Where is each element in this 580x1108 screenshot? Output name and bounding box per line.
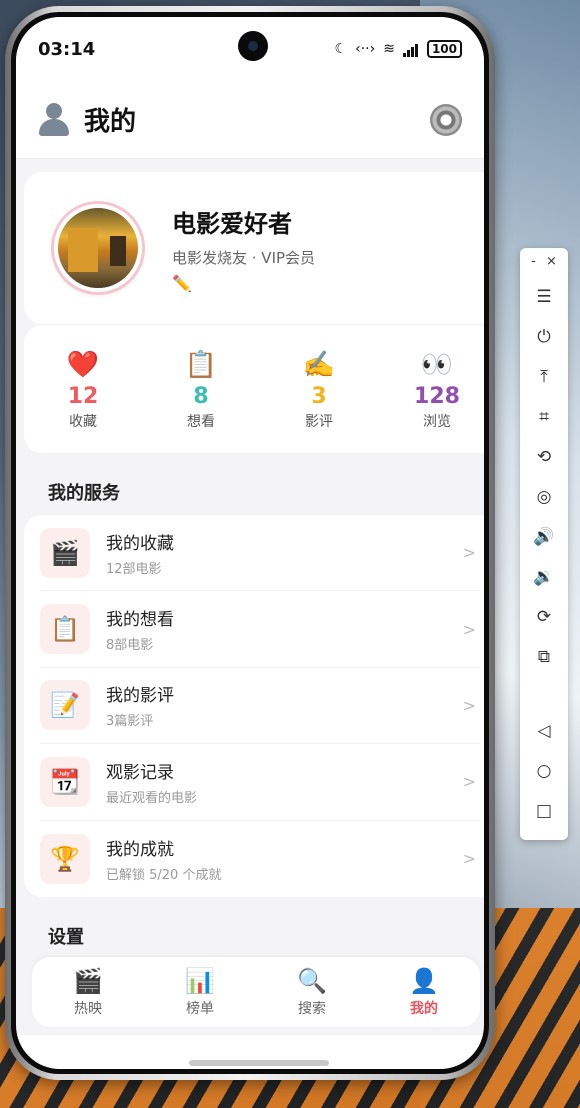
stat-views[interactable]: 👀 128 浏览: [378, 348, 484, 431]
edit-pencil-icon[interactable]: ✏️: [172, 274, 192, 293]
clipboard-icon: 📋: [184, 349, 218, 380]
tab-rankings[interactable]: 📊 榜单: [144, 957, 256, 1027]
stat-value: 128: [414, 383, 460, 409]
service-item-want-to-watch[interactable]: 📋 我的想看 8部电影 >: [40, 591, 480, 668]
pin-top-icon[interactable]: ⤒: [520, 357, 568, 397]
tab-label: 我的: [410, 1001, 438, 1017]
eyes-icon: 👀: [420, 349, 454, 380]
user-icon: 👤: [409, 967, 439, 995]
bottom-tab-bar: 🎬 热映 📊 榜单 🔍 搜索 👤 我的: [32, 957, 480, 1027]
service-subtitle: 3篇影评: [106, 714, 154, 730]
menu-icon[interactable]: ☰: [520, 277, 568, 317]
stat-favorites[interactable]: ❤️ 12 收藏: [24, 348, 142, 431]
service-subtitle: 12部电影: [106, 561, 162, 577]
service-item-watch-history[interactable]: 📆 观影记录最近观看的电影 >: [40, 744, 480, 821]
chevron-right-icon: >: [462, 849, 476, 869]
phone-bezel: 03:14 ☾ ‹··› ≋ 100 我的 电影爱好者 电影发烧友 · VIP会…: [11, 12, 489, 1074]
service-item-reviews[interactable]: 📝 我的影评 3篇影评 >: [40, 668, 480, 745]
chevron-right-icon: >: [462, 772, 476, 792]
service-title: 我的想看: [106, 610, 174, 631]
search-icon: 🔍: [297, 967, 327, 995]
tab-label: 搜索: [298, 1001, 326, 1017]
chevron-right-icon: >: [462, 619, 476, 639]
tab-label: 榜单: [186, 1001, 214, 1017]
minimize-button[interactable]: -: [531, 254, 536, 269]
front-camera: [238, 31, 268, 61]
stat-label: 收藏: [69, 413, 97, 430]
stat-label: 影评: [305, 413, 333, 430]
profile-name: 电影爱好者: [172, 209, 292, 238]
tab-mine[interactable]: 👤 我的: [368, 957, 480, 1027]
signal-icon: [402, 41, 419, 57]
stat-value: 3: [311, 383, 327, 409]
profile-info: 电影爱好者 电影发烧友 · VIP会员 ✏️: [172, 204, 315, 293]
toolbar-window-controls: - ×: [520, 248, 568, 269]
writing-hand-icon: ✍️: [302, 349, 336, 380]
settings-section-title: 设置: [48, 927, 84, 948]
tab-now-showing[interactable]: 🎬 热映: [32, 957, 144, 1027]
bar-chart-icon: 📊: [185, 967, 215, 995]
profile-subtitle: 电影发烧友 · VIP会员: [172, 248, 316, 267]
data-transfer-icon: ‹··›: [355, 41, 376, 57]
service-item-achievements[interactable]: 🏆 我的成就已解锁 5/20 个成就 >: [40, 821, 480, 897]
clipboard-icon: 📋: [40, 604, 90, 655]
trophy-icon: 🏆: [40, 833, 90, 884]
status-icons: ☾ ‹··› ≋ 100: [335, 40, 462, 58]
status-time: 03:14: [38, 38, 96, 60]
multi-device-icon[interactable]: ⧉: [520, 637, 568, 677]
tab-search[interactable]: 🔍 搜索: [256, 957, 368, 1027]
calendar-icon: 📆: [40, 756, 90, 807]
page-title: 我的: [84, 107, 137, 137]
rotate-icon[interactable]: ⟲: [520, 437, 568, 477]
recents-icon[interactable]: □: [520, 791, 568, 831]
chevron-right-icon: >: [462, 695, 476, 715]
service-subtitle: 最近观看的电影: [106, 790, 198, 806]
stat-value: 8: [193, 383, 209, 409]
service-title: 我的收藏: [106, 533, 174, 554]
tab-label: 热映: [74, 1001, 102, 1017]
avatar[interactable]: [54, 204, 142, 292]
chevron-right-icon: >: [462, 543, 476, 563]
page-header: 我的: [16, 81, 484, 159]
stats-card: ❤️ 12 收藏 📋 8 想看 ✍️ 3 影评 👀 128 浏览: [24, 325, 484, 453]
volume-down-icon[interactable]: 🔉: [520, 557, 568, 597]
stat-value: 12: [67, 383, 99, 409]
home-indicator[interactable]: [189, 1060, 329, 1066]
clapperboard-icon: 🎬: [73, 967, 103, 995]
stat-reviews[interactable]: ✍️ 3 影评: [260, 348, 378, 431]
moon-icon: ☾: [334, 41, 348, 57]
emulator-side-toolbar: - × ☰ ⏻ ⤒ ⌗ ⟲ ◎ 🔊 🔉 ⟳ ⧉ ◁ ○ □: [520, 248, 568, 840]
crop-icon[interactable]: ⌗: [520, 397, 568, 437]
service-item-favorites[interactable]: 🎬 我的收藏 12部电影 >: [40, 515, 480, 592]
back-icon[interactable]: ◁: [520, 711, 568, 751]
memo-icon: 📝: [40, 680, 90, 731]
volume-up-icon[interactable]: 🔊: [520, 517, 568, 557]
phone-frame: 03:14 ☾ ‹··› ≋ 100 我的 电影爱好者 电影发烧友 · VIP会…: [5, 6, 495, 1080]
service-subtitle: 已解锁 5/20 个成就: [106, 867, 222, 883]
stat-label: 浏览: [423, 413, 451, 430]
close-button[interactable]: ×: [546, 254, 557, 269]
shake-icon[interactable]: ⟳: [520, 597, 568, 637]
heart-icon: ❤️: [66, 349, 100, 380]
service-title: 我的成就: [106, 839, 174, 860]
service-title: 观影记录: [106, 762, 174, 783]
phone-screen: 03:14 ☾ ‹··› ≋ 100 我的 电影爱好者 电影发烧友 · VIP会…: [16, 17, 484, 1069]
power-icon[interactable]: ⏻: [520, 317, 568, 357]
stat-label: 想看: [187, 413, 215, 430]
services-section-title: 我的服务: [48, 483, 120, 504]
wifi-icon: ≋: [383, 41, 395, 57]
services-list: 🎬 我的收藏 12部电影 > 📋 我的想看 8部电影 > 📝 我的影评 3篇影评 > …: [24, 515, 484, 897]
user-icon: [38, 102, 70, 137]
stat-want-to-watch[interactable]: 📋 8 想看: [142, 348, 260, 431]
battery-icon: 100: [426, 40, 462, 58]
profile-card[interactable]: 电影爱好者 电影发烧友 · VIP会员 ✏️: [24, 172, 484, 324]
clapperboard-icon: 🎬: [40, 527, 90, 578]
home-icon[interactable]: ○: [520, 751, 568, 791]
screenshot-icon[interactable]: ◎: [520, 477, 568, 517]
service-title: 我的影评: [106, 686, 174, 707]
service-subtitle: 8部电影: [106, 638, 154, 654]
gear-icon[interactable]: [430, 103, 462, 136]
